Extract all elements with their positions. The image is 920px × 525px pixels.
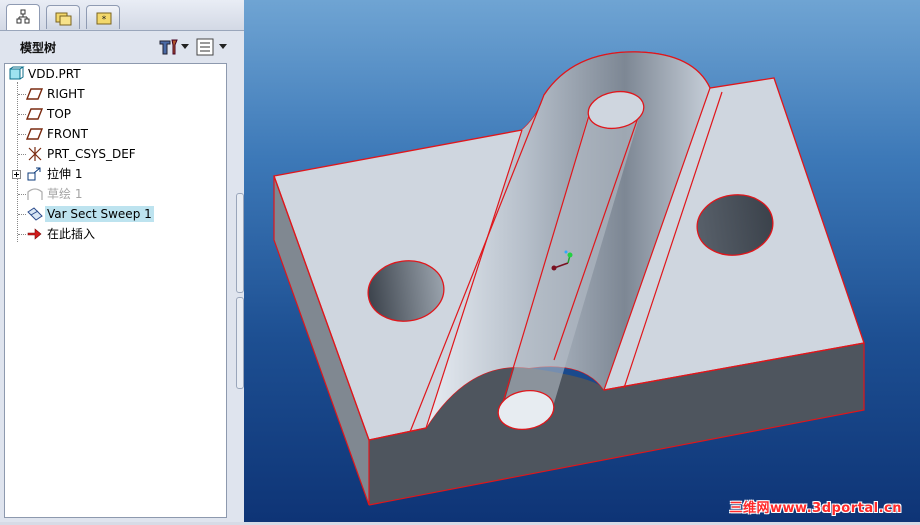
tree-connector <box>18 154 26 155</box>
sketch-icon <box>27 188 43 200</box>
model-tree-panel: * 模型树 VDD.PRT RIGHT TOP FRONT PRT_CSYS_D… <box>0 0 244 522</box>
tree-item-insert-here[interactable]: 在此插入 <box>5 224 225 244</box>
panel-sash-grip[interactable] <box>236 193 244 293</box>
watermark: 三维网www.3dportal.cn <box>729 501 902 516</box>
tree-connector <box>18 234 26 235</box>
tree-connector <box>18 94 26 95</box>
tree-item-label: FRONT <box>47 127 88 141</box>
tree-show-button[interactable] <box>195 37 229 57</box>
panel-title: 模型树 <box>20 41 57 55</box>
chevron-down-icon <box>219 44 227 49</box>
tree-item-label: 在此插入 <box>47 227 96 241</box>
navigator-tab-bar: * <box>0 0 244 31</box>
tree-item-label: 草绘 1 <box>47 187 83 201</box>
graphics-viewport[interactable]: 三维网www.3dportal.cn <box>244 0 920 522</box>
tree-connector <box>18 134 26 135</box>
tree-item-label: RIGHT <box>47 87 85 101</box>
favorites-icon: * <box>96 12 112 25</box>
tree-root[interactable]: VDD.PRT <box>5 64 225 84</box>
tree-connector <box>18 194 26 195</box>
svg-text:*: * <box>102 15 107 25</box>
tree-connector <box>18 214 26 215</box>
datum-plane-icon <box>26 108 44 120</box>
tree-item-label: 拉伸 1 <box>47 167 83 181</box>
tab-model-tree[interactable] <box>6 4 40 30</box>
tab-folder-browser[interactable] <box>46 5 80 29</box>
folder-browser-icon <box>55 12 72 26</box>
tab-favorites[interactable]: * <box>86 5 120 29</box>
tree-item-front[interactable]: FRONT <box>5 124 225 144</box>
tree-item-extrude[interactable]: 拉伸 1 <box>5 164 225 184</box>
tree-show-icon <box>196 38 214 56</box>
extrude-icon <box>27 167 41 181</box>
tree-item-top[interactable]: TOP <box>5 104 225 124</box>
insert-here-arrow-icon <box>27 228 42 240</box>
tree-item-var-sect-sweep[interactable]: Var Sect Sweep 1 <box>5 204 225 224</box>
tree-item-label: PRT_CSYS_DEF <box>47 147 136 161</box>
model-3d-view[interactable] <box>244 0 920 522</box>
tree-root-label: VDD.PRT <box>28 67 81 81</box>
coordinate-system-icon <box>28 147 42 161</box>
chevron-down-icon <box>181 44 189 49</box>
model-tree: VDD.PRT RIGHT TOP FRONT PRT_CSYS_DEF 拉伸 … <box>4 63 227 518</box>
model-tree-icon <box>16 9 30 24</box>
tree-item-sketch[interactable]: 草绘 1 <box>5 184 225 204</box>
datum-plane-icon <box>26 128 44 140</box>
expand-icon[interactable] <box>12 170 21 179</box>
tree-connector <box>18 114 26 115</box>
tree-item-label: TOP <box>47 107 72 121</box>
tree-item-csys[interactable]: PRT_CSYS_DEF <box>5 144 225 164</box>
part-icon <box>9 66 25 80</box>
var-sect-sweep-icon <box>27 207 43 221</box>
tree-item-label: Var Sect Sweep 1 <box>45 206 154 222</box>
tree-settings-button[interactable] <box>157 37 191 57</box>
datum-plane-icon <box>26 88 44 100</box>
panel-header: 模型树 <box>0 31 244 63</box>
panel-sash-grip[interactable] <box>236 297 244 389</box>
tree-item-right[interactable]: RIGHT <box>5 84 225 104</box>
tree-settings-icon <box>159 39 178 55</box>
